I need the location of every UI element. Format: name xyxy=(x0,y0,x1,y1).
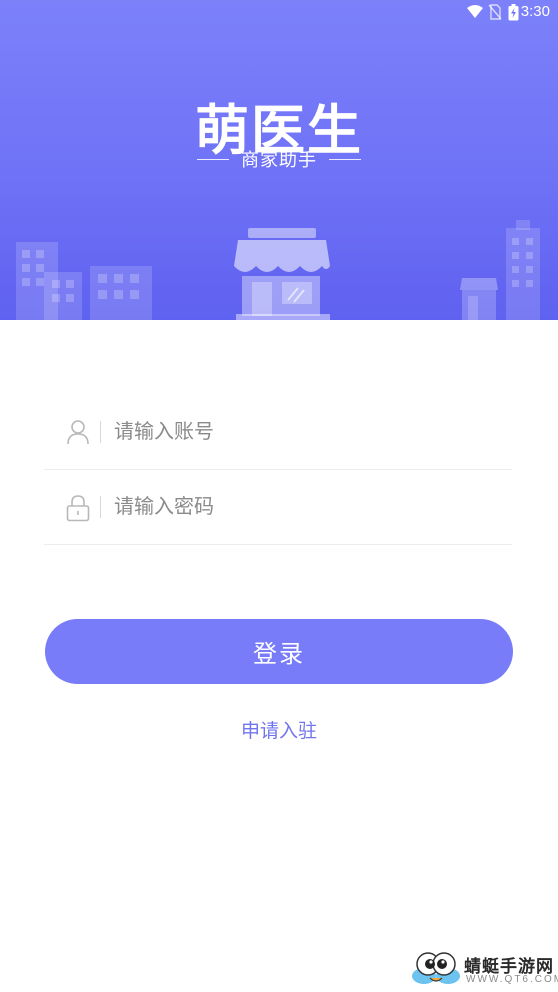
dragonfly-mascot-icon xyxy=(412,952,460,984)
wifi-icon xyxy=(466,4,484,24)
lock-icon xyxy=(66,494,90,526)
login-button[interactable]: 登录 xyxy=(45,619,513,684)
city-skyline-illustration xyxy=(16,220,540,320)
account-field-divider xyxy=(100,421,101,443)
watermark-url: WWW.QT6.COM xyxy=(466,974,558,985)
header-banner: 3:30 萌医生 商家助手 xyxy=(0,0,558,320)
watermark: 蜻蜓手游网 WWW.QT6.COM xyxy=(410,950,558,988)
app-logo-subtitle-row: 商家助手 xyxy=(0,146,558,172)
app-logo-subtitle: 商家助手 xyxy=(241,150,317,171)
subtitle-left-line xyxy=(197,158,229,160)
password-input[interactable] xyxy=(114,488,494,524)
no-sim-icon xyxy=(488,4,502,24)
status-time: 3:30 xyxy=(520,3,550,20)
password-field xyxy=(44,470,512,545)
status-bar: 3:30 xyxy=(0,0,558,24)
subtitle-right-line xyxy=(329,158,361,160)
battery-charging-icon xyxy=(508,4,519,25)
account-field xyxy=(44,395,512,470)
user-icon xyxy=(66,419,90,449)
account-input[interactable] xyxy=(114,413,494,449)
password-field-divider xyxy=(100,496,101,518)
apply-to-join-link[interactable]: 申请入驻 xyxy=(0,716,558,743)
